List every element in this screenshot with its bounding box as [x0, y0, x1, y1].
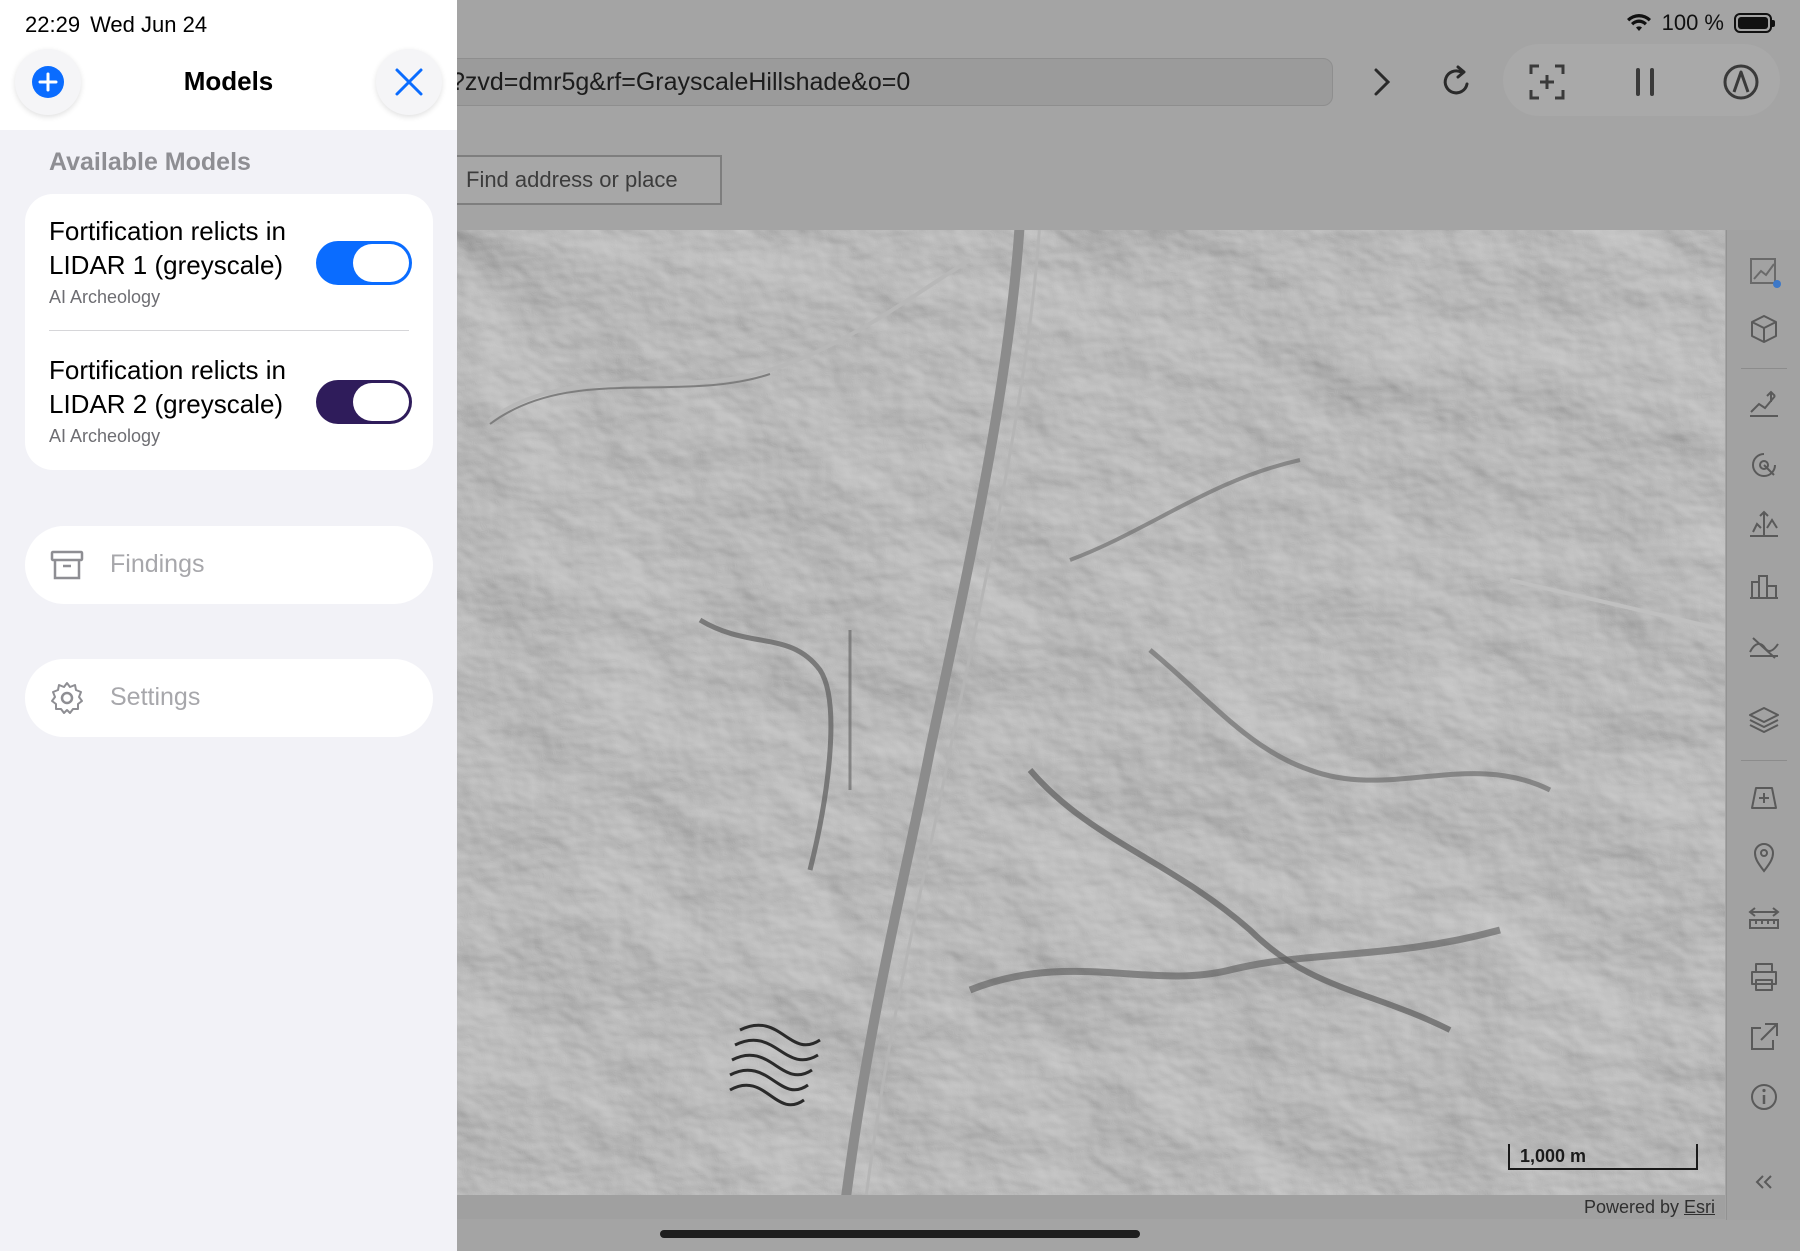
model-name-line2: LIDAR 2 (greyscale) — [49, 389, 284, 419]
findings-label: Findings — [110, 550, 205, 578]
pin-icon[interactable] — [1747, 840, 1781, 874]
status-bar-right: 100 % — [1626, 10, 1775, 36]
divider — [49, 330, 409, 331]
status-bar-left: 22:29 Wed Jun 24 — [25, 12, 207, 38]
rail-separator — [1741, 760, 1787, 761]
settings-button[interactable]: Settings — [25, 659, 433, 737]
print-icon[interactable] — [1747, 960, 1781, 994]
url-text: ?zvd=dmr5g&rf=GrayscaleHillshade&o=0 — [451, 67, 911, 96]
attribution-prefix: Powered by — [1583, 1197, 1684, 1217]
settings-label: Settings — [110, 683, 201, 711]
model-1-toggle[interactable] — [316, 241, 412, 285]
findings-button[interactable]: Findings — [25, 526, 433, 604]
map-tools-rail — [1726, 230, 1800, 1220]
model-provider: AI Archeology — [49, 287, 161, 307]
hillshade-terrain — [450, 230, 1725, 1195]
layers-icon[interactable] — [1747, 703, 1781, 737]
compass-icon[interactable] — [1721, 62, 1761, 102]
model-name: Fortification relicts in LIDAR 1 (greysc… — [49, 214, 286, 282]
forward-icon[interactable] — [1362, 62, 1402, 102]
cube-icon[interactable] — [1747, 312, 1781, 346]
add-view-icon[interactable] — [1747, 780, 1781, 814]
profile-icon[interactable] — [1747, 628, 1781, 662]
model-provider: AI Archeology — [49, 426, 161, 446]
close-button[interactable] — [376, 49, 442, 115]
collapse-icon[interactable] — [1747, 1165, 1781, 1199]
elevation-icon[interactable] — [1747, 388, 1781, 422]
scale-bar: 1,000 m — [1508, 1144, 1698, 1170]
info-icon[interactable] — [1747, 1080, 1781, 1114]
model-name-line2: LIDAR 1 (greyscale) — [49, 250, 284, 280]
esri-link[interactable]: Esri — [1684, 1197, 1715, 1217]
model-name-line1: Fortification relicts in — [49, 216, 286, 246]
battery-percent: 100 % — [1661, 10, 1724, 35]
status-time: 22:29 — [25, 12, 81, 37]
map-search-placeholder: Find address or place — [466, 167, 678, 192]
available-models-heading: Available Models — [49, 148, 251, 176]
sheet-header: 22:29 Wed Jun 24 Models — [0, 0, 457, 130]
home-indicator — [660, 1230, 1140, 1238]
model-2-toggle[interactable] — [316, 380, 412, 424]
models-sheet: 22:29 Wed Jun 24 Models Available Models … — [0, 0, 457, 1251]
viewshed-icon[interactable] — [1747, 448, 1781, 482]
map-search-input[interactable]: Find address or place — [448, 155, 722, 205]
archive-box-icon — [50, 550, 84, 580]
pause-icon[interactable] — [1625, 62, 1665, 102]
chart-icon[interactable] — [1747, 255, 1781, 289]
close-icon — [395, 68, 423, 96]
map-attribution: Powered by Esri — [1584, 1197, 1715, 1218]
share-icon[interactable] — [1747, 1020, 1781, 1054]
status-date: Wed Jun 24 — [90, 12, 208, 37]
model-name: Fortification relicts in LIDAR 2 (greysc… — [49, 353, 286, 421]
toggle-knob — [353, 244, 409, 282]
model-name-line1: Fortification relicts in — [49, 355, 286, 385]
toggle-knob — [353, 383, 409, 421]
rail-separator — [1741, 368, 1787, 369]
gear-icon — [51, 682, 83, 714]
battery-icon — [1734, 13, 1775, 33]
screenshot-icon[interactable] — [1527, 62, 1567, 102]
models-list: Fortification relicts in LIDAR 1 (greysc… — [25, 194, 433, 470]
url-field[interactable]: ?zvd=dmr5g&rf=GrayscaleHillshade&o=0 — [440, 58, 1333, 106]
hillshade-map[interactable] — [450, 230, 1725, 1195]
reload-icon[interactable] — [1437, 62, 1477, 102]
measure-distance-icon[interactable] — [1747, 900, 1781, 934]
wifi-icon — [1626, 14, 1651, 31]
buildings-icon[interactable] — [1747, 568, 1781, 602]
map-attribution-bar — [450, 1195, 1725, 1219]
measure-height-icon[interactable] — [1747, 508, 1781, 542]
